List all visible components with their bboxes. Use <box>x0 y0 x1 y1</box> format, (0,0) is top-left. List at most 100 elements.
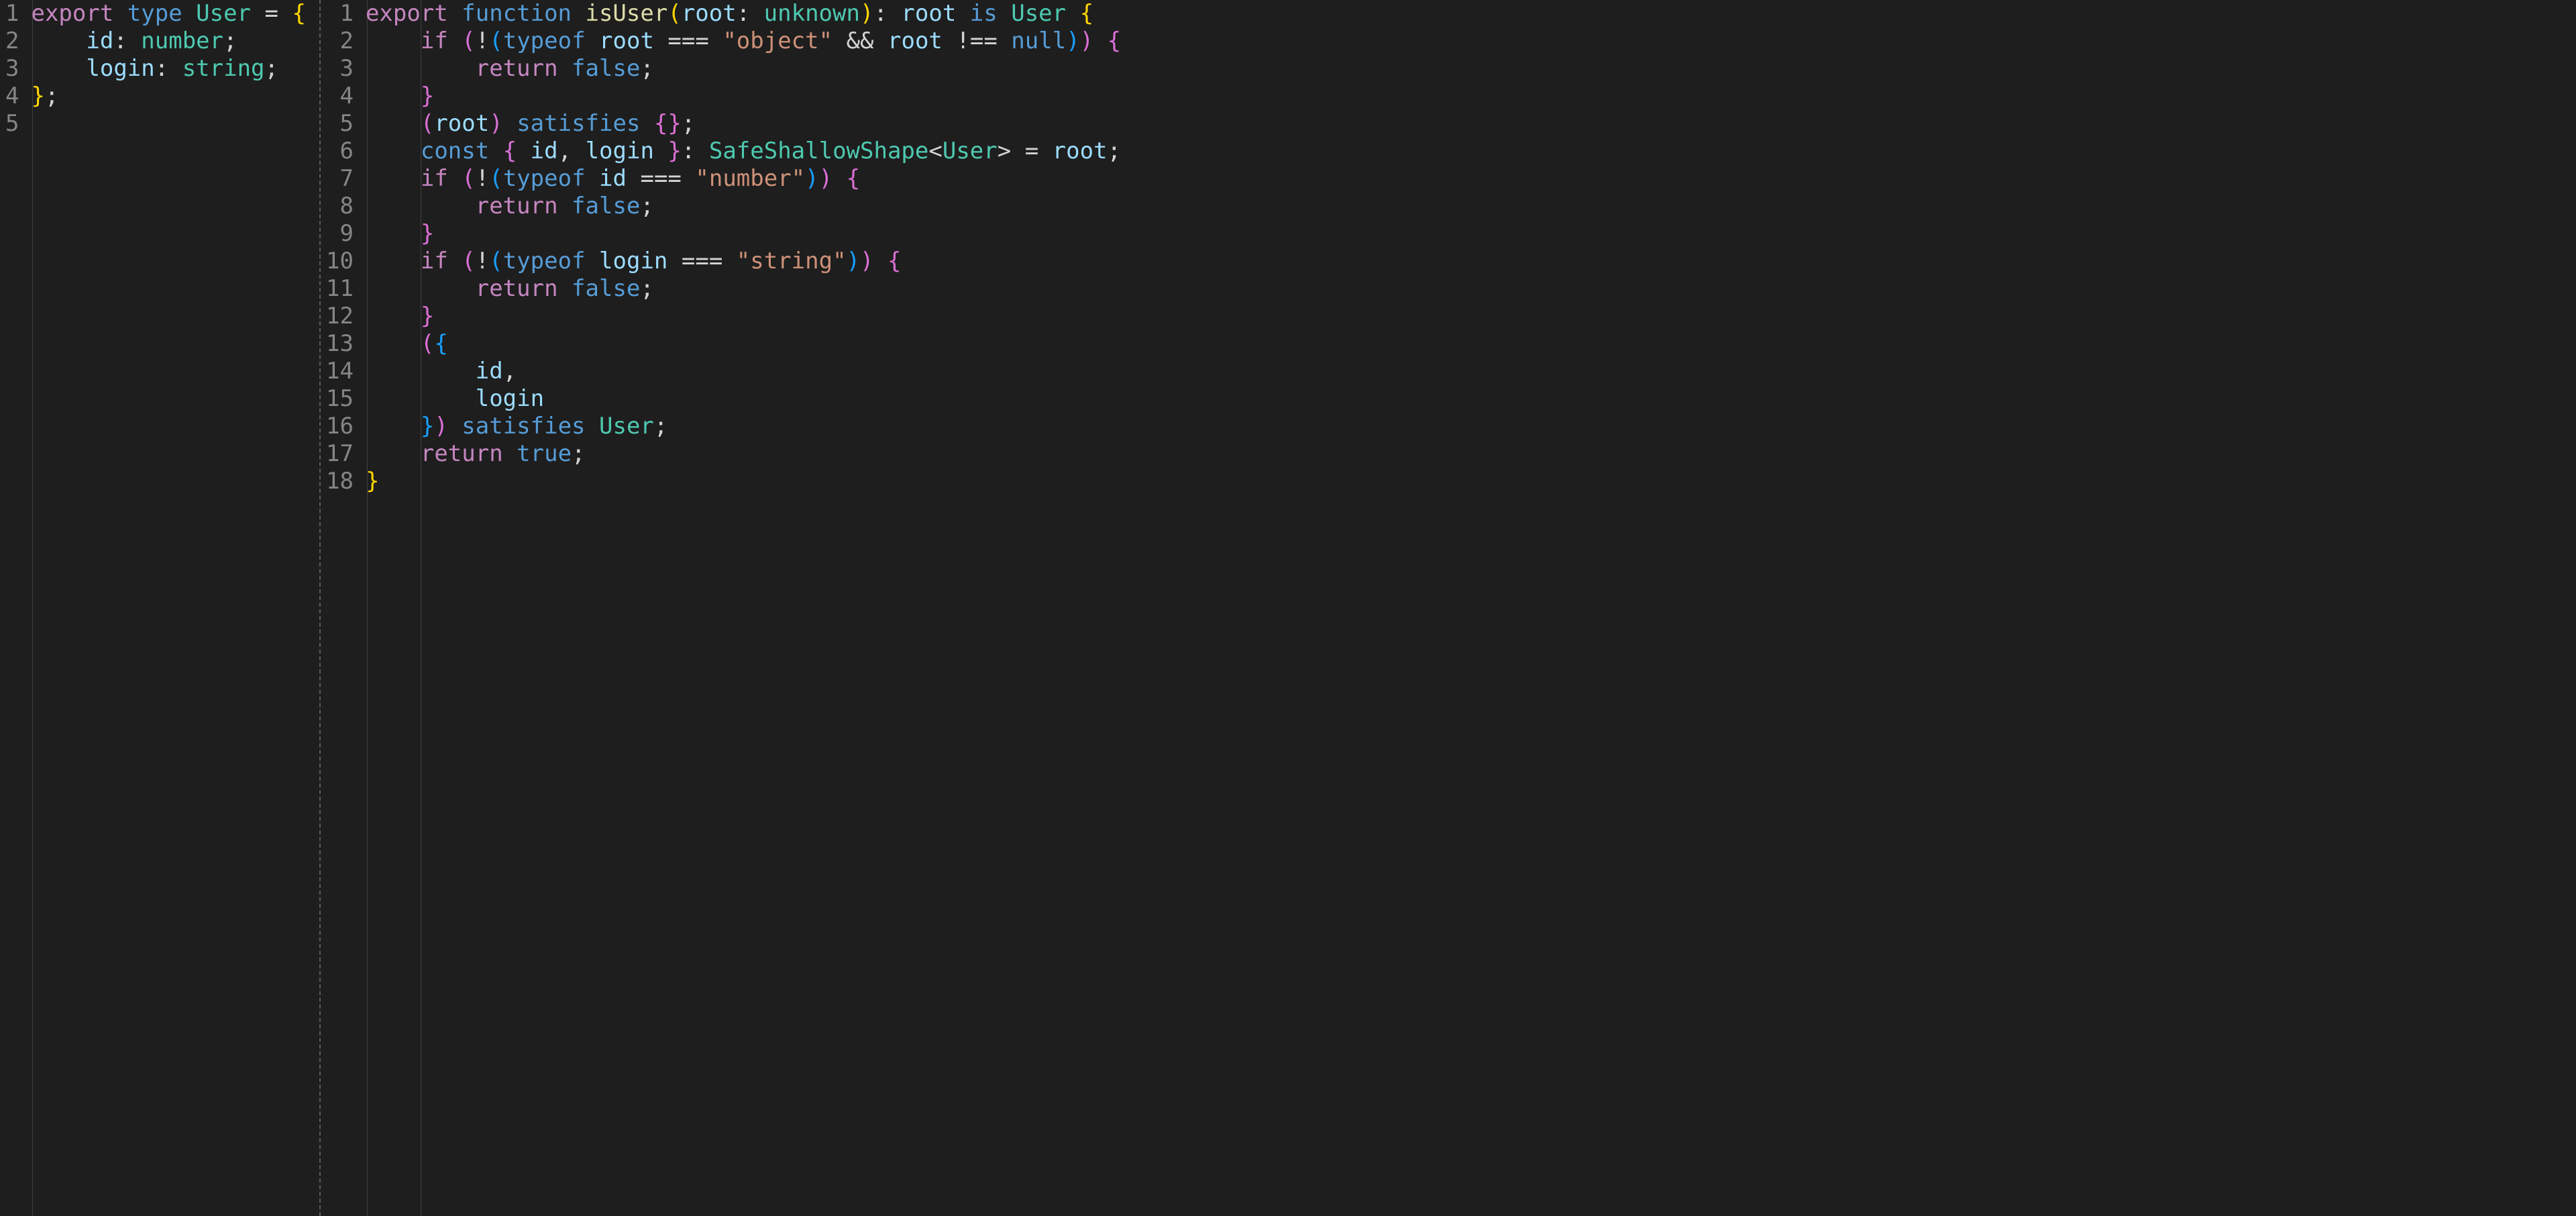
token-p <box>366 303 421 330</box>
token-p <box>127 28 141 54</box>
token-op: ! <box>476 248 489 274</box>
code-line[interactable]: } <box>366 303 2576 330</box>
token-id: id <box>531 138 558 164</box>
token-exp: return <box>421 440 503 467</box>
token-pb: ( <box>462 248 475 274</box>
token-p <box>503 440 517 467</box>
code-line[interactable]: }; <box>31 83 319 110</box>
code-line[interactable]: login: string; <box>31 55 319 83</box>
code-line[interactable]: if (!(typeof id === "number")) { <box>366 165 2576 193</box>
code-line[interactable] <box>31 110 319 138</box>
token-p: ; <box>640 275 653 302</box>
token-pb: { <box>654 110 667 137</box>
code-line[interactable]: (root) satisfies {}; <box>366 110 2576 138</box>
token-op: : <box>155 55 168 82</box>
token-p <box>586 413 599 440</box>
line-number: 2 <box>326 28 354 55</box>
code-line[interactable]: return false; <box>366 193 2576 220</box>
token-id: root <box>682 0 737 27</box>
token-kw: typeof <box>503 248 586 274</box>
token-ty: unknown <box>764 0 860 27</box>
token-pb: ) <box>860 248 873 274</box>
token-p: < <box>928 138 942 164</box>
code-line[interactable]: if (!(typeof login === "string")) { <box>366 248 2576 275</box>
code-line[interactable]: return false; <box>366 275 2576 303</box>
token-p <box>888 0 901 27</box>
code-line[interactable]: } <box>366 468 2576 495</box>
line-number: 5 <box>326 110 354 138</box>
code-area-left[interactable]: export type User = { id: number; login: … <box>31 0 319 1216</box>
token-kw: const <box>421 138 489 164</box>
token-ty: User <box>1011 0 1066 27</box>
code-line[interactable]: id: number; <box>31 28 319 55</box>
token-p: ; <box>1108 138 1121 164</box>
token-p <box>1038 138 1052 164</box>
token-p <box>627 165 640 192</box>
code-line[interactable]: }) satisfies User; <box>366 413 2576 440</box>
line-number: 13 <box>326 330 354 358</box>
token-exp: export <box>366 0 462 27</box>
token-bb: } <box>421 413 434 440</box>
token-p <box>448 165 462 192</box>
code-area-right[interactable]: export function isUser(root: unknown): r… <box>366 0 2576 1216</box>
token-p <box>251 0 264 27</box>
token-pb: { <box>888 248 901 274</box>
token-op: === <box>640 165 681 192</box>
token-id: root <box>1053 138 1108 164</box>
code-line[interactable]: ({ <box>366 330 2576 358</box>
token-pb: } <box>421 220 434 247</box>
token-cnst: false <box>572 193 640 219</box>
code-line[interactable]: login <box>366 385 2576 413</box>
token-pb: ) <box>1080 28 1093 54</box>
token-p <box>586 165 599 192</box>
token-p: ; <box>265 55 278 82</box>
token-p <box>448 413 462 440</box>
token-p <box>448 28 462 54</box>
token-p <box>1093 28 1107 54</box>
token-p <box>874 28 888 54</box>
line-number: 14 <box>326 358 354 385</box>
token-p <box>366 440 421 467</box>
token-yb: { <box>292 0 305 27</box>
token-p <box>366 110 421 137</box>
token-id: id <box>86 28 113 54</box>
token-kw: type <box>127 0 196 27</box>
line-number: 5 <box>5 110 19 138</box>
token-pb: { <box>1108 28 1121 54</box>
code-line[interactable]: const { id, login }: SafeShallowShape<Us… <box>366 138 2576 165</box>
token-yb: ( <box>667 0 681 27</box>
token-op: = <box>265 0 278 27</box>
token-bb: ) <box>1066 28 1079 54</box>
token-op: && <box>847 28 874 54</box>
code-line[interactable]: if (!(typeof root === "object" && root !… <box>366 28 2576 55</box>
line-number: 4 <box>326 83 354 110</box>
token-p <box>366 138 421 164</box>
token-p <box>366 248 421 274</box>
token-p <box>654 28 667 54</box>
token-id: id <box>476 358 503 385</box>
token-pb: ( <box>462 28 475 54</box>
token-p: ; <box>640 55 653 82</box>
code-line[interactable]: } <box>366 83 2576 110</box>
code-line[interactable]: export function isUser(root: unknown): r… <box>366 0 2576 28</box>
token-bb: ) <box>847 248 860 274</box>
token-yb: ) <box>860 0 873 27</box>
token-p <box>998 28 1011 54</box>
token-ty: string <box>182 55 265 82</box>
token-op: !== <box>956 28 997 54</box>
code-line[interactable]: } <box>366 220 2576 248</box>
code-line[interactable]: return true; <box>366 440 2576 468</box>
code-line[interactable]: return false; <box>366 55 2576 83</box>
token-p: ; <box>640 193 653 219</box>
token-kw: satisfies <box>462 413 585 440</box>
token-cnst: null <box>1011 28 1066 54</box>
token-str: "number" <box>695 165 805 192</box>
token-p <box>586 28 599 54</box>
editor-pane-left: 12345 export type User = { id: number; l… <box>0 0 319 1216</box>
code-line[interactable]: export type User = { <box>31 0 319 28</box>
token-id: id <box>599 165 627 192</box>
token-p <box>1066 0 1079 27</box>
line-number: 1 <box>5 0 19 28</box>
token-op: : <box>873 0 887 27</box>
code-line[interactable]: id, <box>366 358 2576 385</box>
